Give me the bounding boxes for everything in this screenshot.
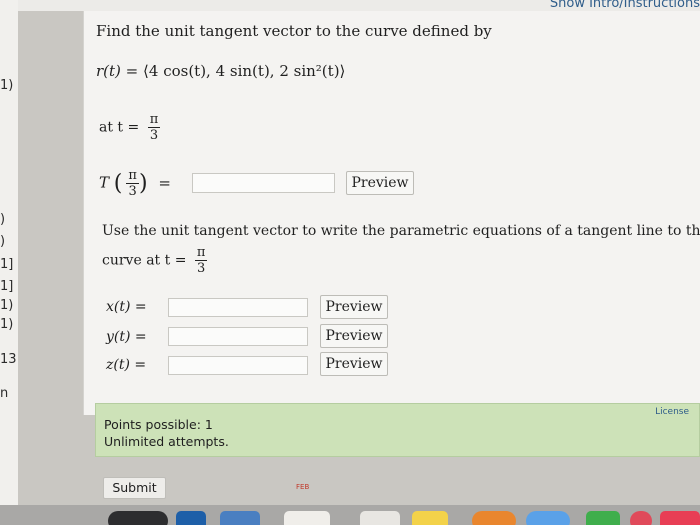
T-label: T xyxy=(99,173,110,192)
tangent-t-numerator: π xyxy=(194,245,208,261)
attempts-info: Unlimited attempts. xyxy=(104,434,229,449)
left-fragment: 1) xyxy=(0,78,14,93)
calendar-icon[interactable] xyxy=(284,511,330,525)
question-title: Find the unit tangent vector to the curv… xyxy=(96,22,492,40)
tangent-t-fraction: π 3 xyxy=(194,245,208,276)
app-icon[interactable] xyxy=(220,511,260,525)
app-icon[interactable] xyxy=(176,511,206,525)
facetime-icon[interactable] xyxy=(586,511,620,525)
r-label: r(t) = xyxy=(96,62,139,80)
previous-questions-strip: 1) ) ) 1] 1] 1) 1) 13 n xyxy=(0,0,18,525)
T-equals: = xyxy=(158,173,171,192)
photos-icon[interactable] xyxy=(472,511,516,525)
T-preview-button[interactable]: Preview xyxy=(346,171,414,195)
left-fragment: n xyxy=(0,386,9,401)
y-preview-button[interactable]: Preview xyxy=(320,324,388,348)
curve-equation: r(t) = ⟨4 cos(t), 4 sin(t), 2 sin²(t)⟩ xyxy=(96,62,345,80)
y-label: y(t) = xyxy=(106,329,147,345)
left-fragment: 1] xyxy=(0,257,14,272)
app-icon[interactable] xyxy=(630,511,652,525)
y-answer-input[interactable] xyxy=(168,327,308,346)
show-intro-link[interactable]: Show Intro/Instructions xyxy=(550,0,700,11)
points-possible: Points possible: 1 xyxy=(104,417,213,432)
left-fragment: 1) xyxy=(0,298,14,313)
z-answer-input[interactable] xyxy=(168,356,308,375)
t-denominator: 3 xyxy=(149,128,159,143)
T-arg-denominator: 3 xyxy=(128,184,137,199)
app-icon[interactable] xyxy=(108,511,168,525)
question-panel: Find the unit tangent vector to the curv… xyxy=(83,11,700,415)
notes-icon[interactable] xyxy=(412,511,448,525)
dock-bar xyxy=(0,505,700,525)
unit-tangent-row: T ( π 3 ) = xyxy=(99,168,171,199)
submit-button[interactable]: Submit xyxy=(103,477,166,499)
t-fraction: π 3 xyxy=(147,112,161,143)
left-fragment: 1] xyxy=(0,279,14,294)
tangent-line-t-statement: curve at t = π 3 xyxy=(102,245,208,276)
T-arg-numerator: π xyxy=(126,168,139,184)
tangent-t-denominator: 3 xyxy=(197,261,206,276)
T-arg-fraction: π 3 xyxy=(126,168,139,199)
points-info-box: License Points possible: 1 Unlimited att… xyxy=(95,403,700,457)
music-icon[interactable] xyxy=(660,511,700,525)
z-label: z(t) = xyxy=(106,357,147,373)
tangent-line-instruction: Use the unit tangent vector to write the… xyxy=(102,223,700,239)
t-numerator: π xyxy=(147,112,161,128)
z-preview-button[interactable]: Preview xyxy=(320,352,388,376)
at-t-statement: at t = π 3 xyxy=(99,112,161,143)
T-answer-input[interactable] xyxy=(192,173,335,193)
left-fragment: 1) xyxy=(0,317,14,332)
x-preview-button[interactable]: Preview xyxy=(320,295,388,319)
x-label: x(t) = xyxy=(106,299,147,315)
points-info: Points possible: 1 Unlimited attempts. xyxy=(104,416,229,450)
at-t-prefix: at t = xyxy=(99,119,140,136)
left-fragment: 13 xyxy=(0,352,17,367)
r-expression: ⟨4 cos(t), 4 sin(t), 2 sin²(t)⟩ xyxy=(143,62,346,80)
calendar-month-label: FEB xyxy=(296,483,310,491)
x-answer-input[interactable] xyxy=(168,298,308,317)
license-link[interactable]: License xyxy=(655,407,689,417)
left-fragment: ) xyxy=(0,212,6,227)
left-fragment: ) xyxy=(0,234,6,249)
app-icon[interactable] xyxy=(360,511,400,525)
top-bar: Show Intro/Instructions xyxy=(18,0,700,11)
curve-at-prefix: curve at t = xyxy=(102,252,187,269)
app-icon[interactable] xyxy=(526,511,570,525)
